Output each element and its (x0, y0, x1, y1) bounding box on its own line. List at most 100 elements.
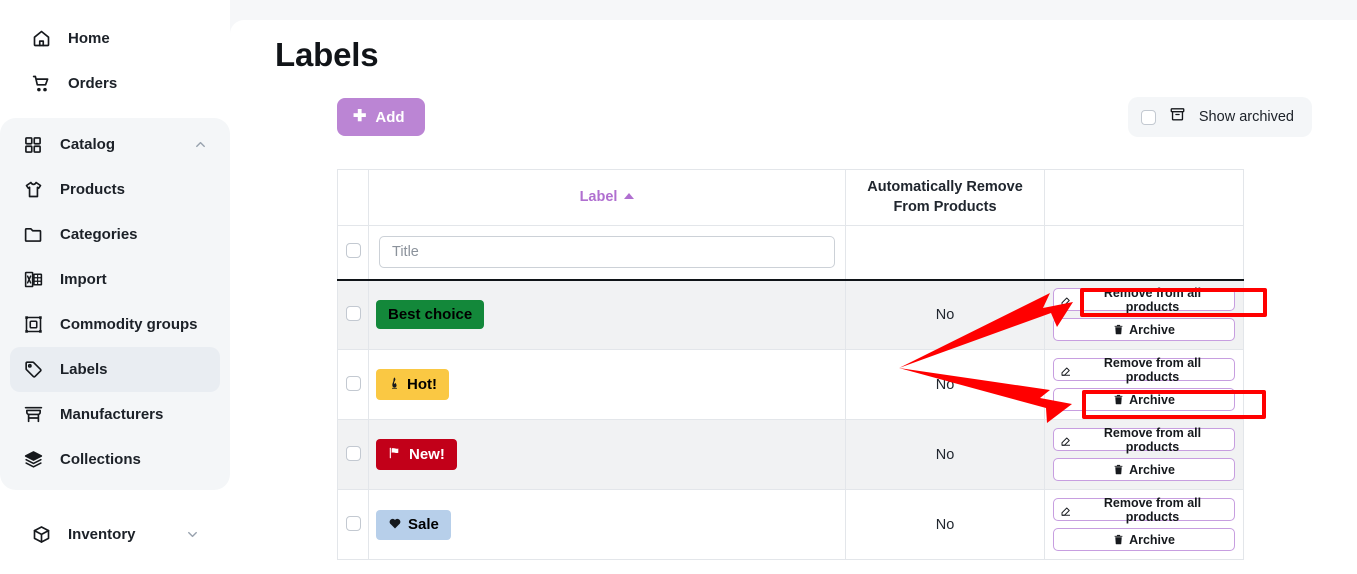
show-archived-toggle[interactable]: Show archived (1127, 97, 1312, 137)
row-actions-cell: Remove from all products Archive (1044, 489, 1244, 561)
filter-select-cell (337, 225, 369, 281)
row-label-cell: Best choice (368, 279, 846, 351)
tshirt-icon (22, 179, 44, 201)
home-icon (30, 28, 52, 50)
file-excel-icon (22, 269, 44, 291)
row-checkbox[interactable] (345, 305, 361, 321)
add-button[interactable]: ✚ Add (337, 98, 425, 136)
archive-button[interactable]: Archive (1053, 388, 1235, 412)
app-root: Home Orders Catalog Products Categories … (0, 0, 1357, 574)
sidebar-item-label: Collections (60, 451, 141, 468)
eraser-icon (1060, 434, 1072, 446)
row-checkbox[interactable] (345, 375, 361, 391)
button-label: Remove from all products (1103, 285, 1202, 314)
remove-from-all-products-button[interactable]: Remove from all products (1053, 495, 1235, 524)
row-select-cell (337, 419, 369, 491)
sidebar-item-label: Home (68, 30, 110, 47)
sidebar-item-categories[interactable]: Categories (10, 212, 220, 257)
page-title: Labels (275, 36, 379, 73)
label-badge: Sale (376, 509, 451, 540)
chevron-down-icon[interactable] (185, 527, 200, 542)
archive-button[interactable]: Archive (1053, 528, 1235, 552)
sidebar-group-header-catalog[interactable]: Catalog (10, 122, 220, 167)
filter-row (337, 225, 1244, 281)
sidebar-item-orders[interactable]: Orders (18, 61, 212, 106)
table-filter-body (337, 225, 1244, 281)
filter-actions-cell (1044, 225, 1244, 281)
plus-icon: ✚ (353, 108, 367, 125)
sidebar-item-label: Commodity groups (60, 316, 198, 333)
row-checkbox[interactable] (345, 445, 361, 461)
heart-icon (388, 517, 402, 533)
button-label: Archive (1129, 462, 1175, 477)
row-select-cell (337, 489, 369, 561)
header-label-column[interactable]: Label (368, 168, 846, 227)
badge-text: Hot! (407, 376, 437, 394)
sidebar-item-home[interactable]: Home (18, 16, 212, 61)
sidebar-item-inventory[interactable]: Inventory (18, 512, 212, 557)
sidebar-item-labels[interactable]: Labels (10, 347, 220, 392)
layers-icon (22, 449, 44, 471)
sidebar-item-label: Import (60, 271, 107, 288)
show-archived-checkbox[interactable] (1140, 109, 1156, 125)
table-body: Best choice No Remove from all products … (337, 279, 1244, 561)
remove-from-all-products-button[interactable]: Remove from all products (1053, 285, 1235, 314)
labels-table-wrapper: Label Automatically Remove From Products (337, 168, 1312, 561)
sidebar-group-catalog: Catalog Products Categories Import Commo… (0, 118, 230, 490)
table-row: Best choice No Remove from all products … (337, 279, 1244, 351)
select-all-checkbox[interactable] (345, 243, 361, 259)
label-badge: Hot! (376, 369, 449, 401)
badge-text: New! (409, 446, 445, 464)
table-row: Hot! No Remove from all products Archive (337, 349, 1244, 421)
sidebar-item-label: Orders (68, 75, 118, 92)
sidebar-item-manufacturers[interactable]: Manufacturers (10, 392, 220, 437)
table-header-row: Label Automatically Remove From Products (337, 168, 1244, 227)
archive-button[interactable]: Archive (1053, 318, 1235, 342)
sidebar-item-label: Products (60, 181, 126, 198)
tag-icon (22, 359, 44, 381)
labels-table: Label Automatically Remove From Products (337, 168, 1244, 561)
title-filter-input[interactable] (379, 236, 835, 269)
eraser-icon (1060, 294, 1072, 306)
button-label: Remove from all products (1103, 495, 1202, 524)
row-label-cell: Hot! (368, 349, 846, 421)
button-label: Archive (1129, 532, 1175, 547)
row-auto-remove-cell: No (845, 279, 1045, 351)
sidebar: Home Orders Catalog Products Categories … (0, 0, 230, 574)
sidebar-item-collections[interactable]: Collections (10, 437, 220, 482)
sidebar-item-commodity-groups[interactable]: Commodity groups (10, 302, 220, 347)
store-icon (22, 404, 44, 426)
trash-icon (1113, 464, 1124, 475)
content-card: Labels ✚ Add Show archived Label Automat… (230, 20, 1357, 574)
archive-button[interactable]: Archive (1053, 458, 1235, 482)
button-label: Remove from all products (1103, 425, 1202, 454)
cart-icon (30, 73, 52, 95)
label-badge: Best choice (376, 300, 485, 330)
box-icon (30, 524, 52, 546)
row-action-stack: Remove from all products Archive (1053, 355, 1235, 412)
flag-icon (388, 446, 403, 463)
row-action-stack: Remove from all products Archive (1053, 425, 1235, 482)
button-label: Remove from all products (1103, 355, 1202, 384)
filter-title-cell (368, 225, 846, 281)
row-checkbox[interactable] (345, 515, 361, 531)
sort-ascending-icon (624, 192, 635, 199)
sidebar-item-products[interactable]: Products (10, 167, 220, 212)
table-head: Label Automatically Remove From Products (337, 168, 1244, 227)
sidebar-item-label: Manufacturers (60, 406, 164, 423)
sidebar-item-import[interactable]: Import (10, 257, 220, 302)
row-label-cell: Sale (368, 489, 846, 561)
remove-from-all-products-button[interactable]: Remove from all products (1053, 425, 1235, 454)
button-label: Archive (1129, 392, 1175, 407)
eraser-icon (1060, 504, 1072, 516)
sidebar-group-label: Catalog (60, 136, 116, 153)
header-actions-column (1044, 168, 1244, 227)
toolbar: ✚ Add Show archived (337, 96, 1312, 138)
flame-icon (388, 376, 401, 393)
chevron-up-icon[interactable] (193, 137, 208, 152)
remove-from-all-products-button[interactable]: Remove from all products (1053, 355, 1235, 384)
row-action-stack: Remove from all products Archive (1053, 285, 1235, 342)
row-select-cell (337, 279, 369, 351)
row-auto-remove-cell: No (845, 349, 1045, 421)
